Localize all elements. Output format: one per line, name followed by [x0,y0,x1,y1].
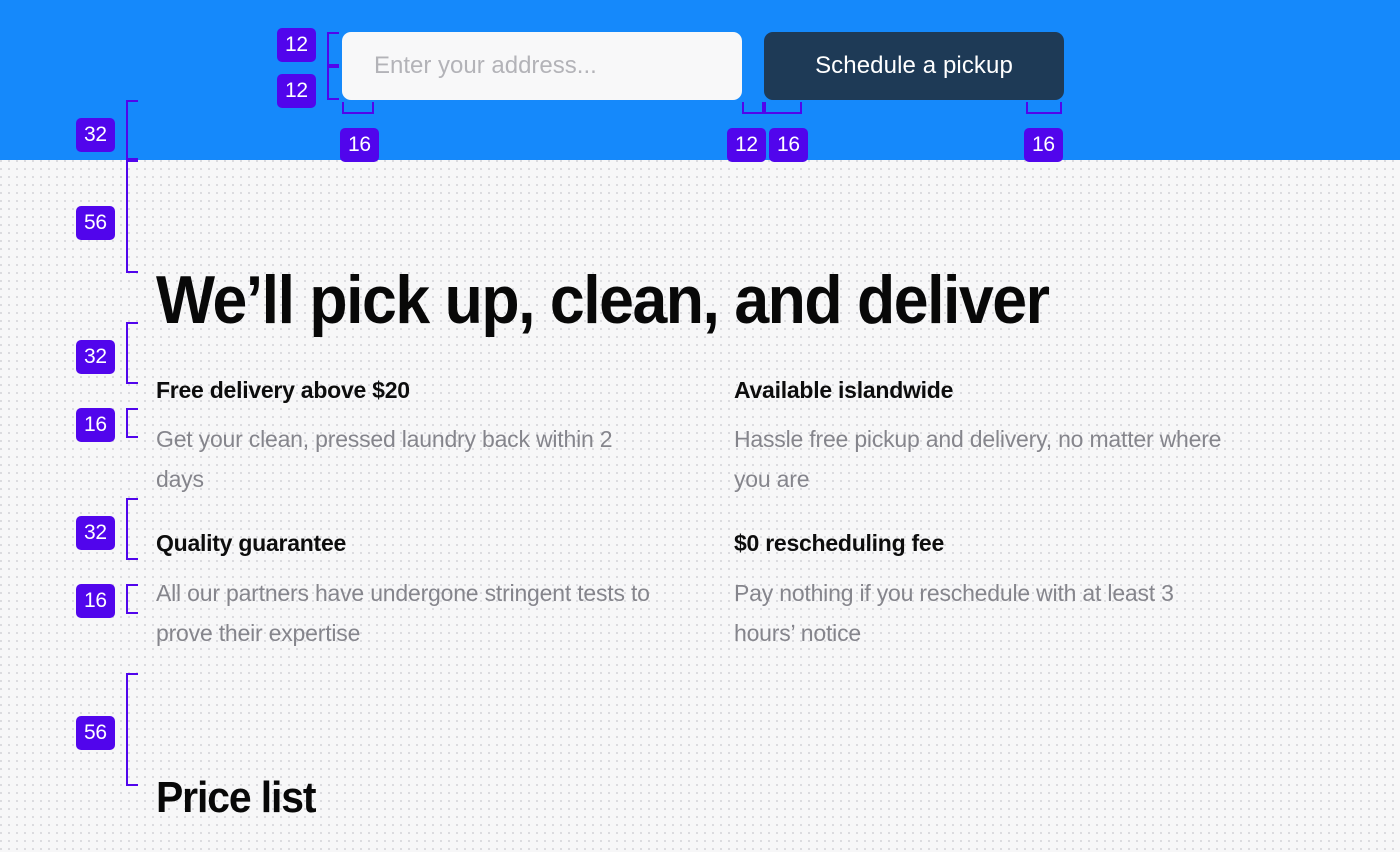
feature-title: Quality guarantee [156,530,347,557]
spacing-badge-headline-to-features: 32 [76,340,115,374]
page-headline: We’ll pick up, clean, and deliver [156,262,1050,338]
spacing-bracket-control-gap [742,102,764,114]
annotated-design-spec: Schedule a pickup We’ll pick up, clean, … [0,0,1400,852]
feature-cell: Quality guarantee All our partners have … [156,530,734,652]
feature-description: Pay nothing if you reschedule with at le… [734,579,1174,646]
spacing-badge-control-gap: 12 [727,128,766,162]
spacing-bracket-button-right [1026,102,1062,114]
address-input[interactable] [342,32,742,100]
spacing-badge-button-left: 16 [769,128,808,162]
spacing-bracket-headline-to-features [126,322,138,384]
spacing-bracket-button-left [764,102,802,114]
spacing-badge-features-to-pricelist: 56 [76,716,115,750]
spacing-bracket-hero-to-headline [126,160,138,273]
hero-header: Schedule a pickup [0,0,1400,160]
spacing-bracket-input-top [327,32,339,66]
pricelist-heading: Price list [156,773,317,822]
spacing-bracket-title-desc-1 [126,408,138,438]
spacing-badge-input-bottom: 12 [277,74,316,108]
spacing-bracket-features-to-pricelist [126,673,138,786]
feature-description: All our partners have undergone stringen… [156,579,650,646]
spacing-badge-button-right: 16 [1024,128,1063,162]
feature-cell: $0 rescheduling fee Pay nothing if you r… [734,530,1254,652]
feature-grid: Free delivery above $20 Get your clean, … [156,377,1256,653]
feature-row: Quality guarantee All our partners have … [156,530,1256,652]
schedule-pickup-button[interactable]: Schedule a pickup [764,32,1064,100]
spacing-bracket-title-desc-2 [126,584,138,614]
feature-title: Available islandwide [734,377,954,403]
spacing-badge-input-inner-left: 16 [340,128,379,162]
feature-cell: Free delivery above $20 Get your clean, … [156,377,734,499]
feature-description: Get your clean, pressed laundry back wit… [156,426,613,493]
spacing-badge-title-desc-2: 16 [76,584,115,618]
feature-cell: Available islandwide Hassle free pickup … [734,377,1254,499]
spacing-badge-hero-to-headline: 56 [76,206,115,240]
feature-title: $0 rescheduling fee [734,530,944,557]
feature-title: Free delivery above $20 [156,377,410,403]
spacing-badge-input-top: 12 [277,28,316,62]
header-controls: Schedule a pickup [342,32,1064,100]
spacing-badge-header-bottom: 32 [76,118,115,152]
spacing-badge-row-gap: 32 [76,516,115,550]
spacing-bracket-row-gap [126,498,138,560]
feature-description: Hassle free pickup and delivery, no matt… [734,426,1222,493]
spacing-badge-title-desc-1: 16 [76,408,115,442]
spacing-bracket-input-bottom [327,66,339,100]
feature-row: Free delivery above $20 Get your clean, … [156,377,1256,499]
spacing-bracket-header-bottom [126,100,138,160]
spacing-bracket-input-inner-left [342,102,374,114]
